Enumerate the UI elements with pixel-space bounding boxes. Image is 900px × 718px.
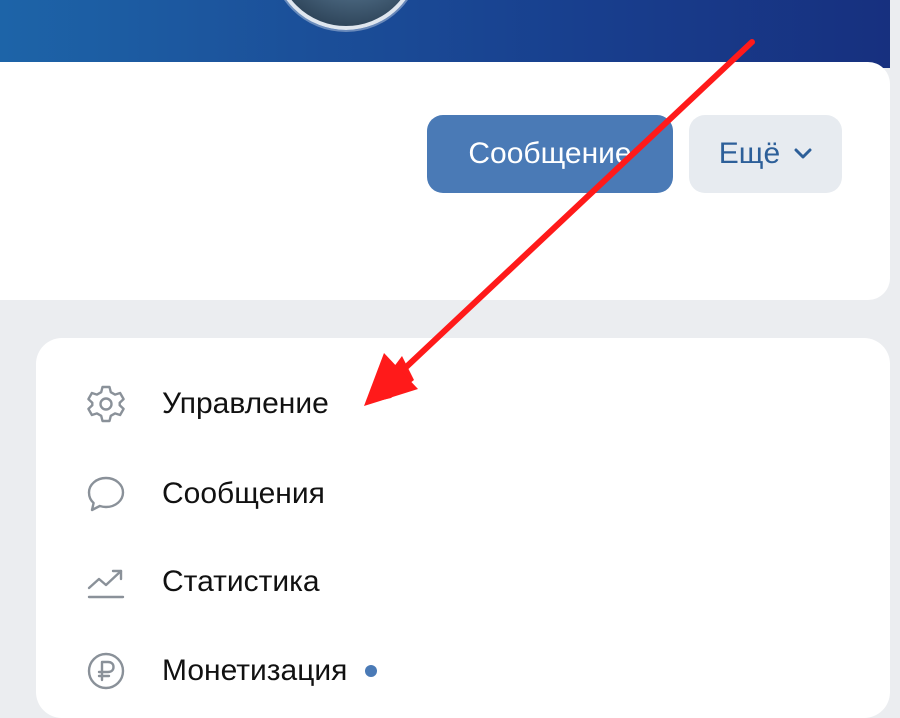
chat-bubble-icon [82,470,130,518]
gear-icon [82,380,130,428]
menu-item-messages[interactable]: Сообщения [82,464,582,524]
chart-trend-icon [82,558,130,606]
menu-item-label: Монетизация [162,654,348,687]
menu-item-label: Управление [162,387,329,420]
more-button-label: Ещё [718,137,781,170]
menu-item-monetization[interactable]: Монетизация [82,641,582,701]
message-button[interactable]: Сообщение [427,115,673,193]
new-feature-dot [365,665,378,677]
more-button[interactable]: Ещё [689,115,842,193]
menu-item-label: Сообщения [162,477,325,510]
menu-item-management[interactable]: Управление [82,374,582,434]
community-cover [0,0,890,68]
menu-item-label: Статистика [162,565,320,598]
menu-item-statistics[interactable]: Статистика [82,552,582,612]
page-background-strip [890,0,900,700]
ruble-icon [82,647,130,695]
chevron-down-icon [794,148,812,159]
